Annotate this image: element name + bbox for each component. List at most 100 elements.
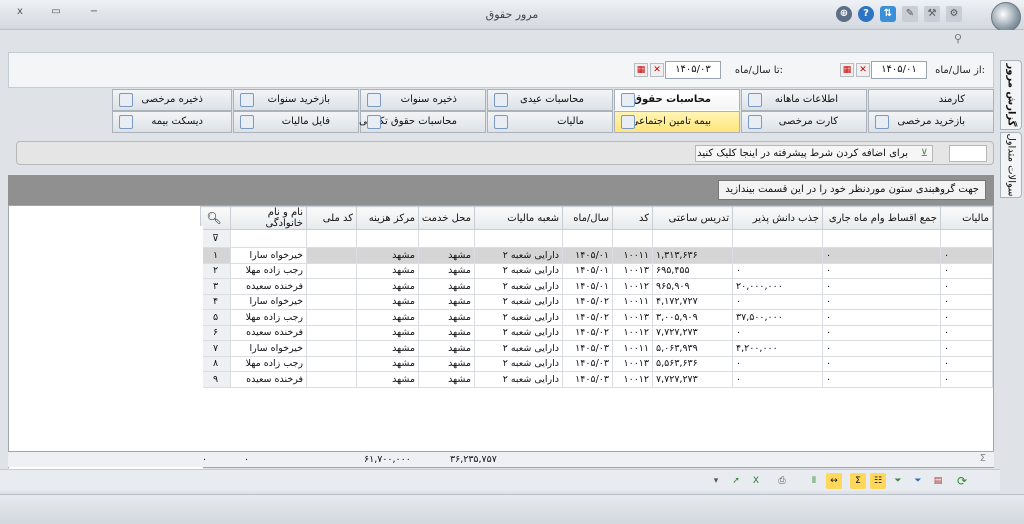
dropdown-icon[interactable]: ▾	[708, 473, 724, 489]
cell-code[interactable]: ۱۰۰۱۳	[612, 309, 653, 326]
filter-icon[interactable]: ⏷	[910, 473, 926, 489]
table-row[interactable]: ۲ رجب زاده مهلا مشهد مشهد دارایی شعبه ۲ ۱۴۰۵/…	[200, 262, 993, 279]
cell-tax[interactable]: ۰	[940, 371, 993, 388]
tab-eid-calc[interactable]: محاسبات عیدی	[487, 89, 613, 111]
column-header-tax[interactable]: مالیات	[940, 206, 993, 230]
cell-tax-branch[interactable]: دارایی شعبه ۲	[474, 278, 563, 295]
filter-cell[interactable]	[940, 229, 993, 248]
cell-loans[interactable]: ۰	[822, 278, 941, 295]
tab-tax-file[interactable]: فایل مالیات	[233, 111, 359, 133]
table-row[interactable]: ۵ رجب زاده مهلا مشهد مشهد دارایی شعبه ۲ ۱۴۰۵/…	[200, 309, 993, 326]
cell-tax-branch[interactable]: دارایی شعبه ۲	[474, 309, 563, 326]
cell-period[interactable]: ۱۴۰۵/۰۲	[562, 309, 613, 326]
column-header-location[interactable]: محل خدمت	[418, 206, 475, 230]
cell-attract[interactable]: ۲۰,۰۰۰,۰۰۰	[732, 278, 823, 295]
refresh-icon[interactable]: ⟳	[954, 473, 970, 489]
column-header-search[interactable]: 🔍︎	[200, 206, 231, 230]
cell-cost-center[interactable]: مشهد	[356, 371, 419, 388]
cell-attract[interactable]: ۰	[732, 371, 823, 388]
cell-loans[interactable]: ۰	[822, 247, 941, 264]
filter-cell[interactable]	[356, 229, 419, 248]
cell-tax[interactable]: ۰	[940, 324, 993, 341]
cell-teaching[interactable]: ۴,۱۷۲,۷۲۷	[652, 293, 733, 310]
cell-attract[interactable]: ۰	[732, 262, 823, 279]
cell-tax[interactable]: ۰	[940, 340, 993, 357]
column-header-name[interactable]: نام و نام خانوادگی	[230, 206, 307, 230]
cell-tax-branch[interactable]: دارایی شعبه ۲	[474, 324, 563, 341]
tab-supplementary-salary[interactable]: محاسبات حقوق تکمیلی	[359, 111, 486, 133]
columns-icon[interactable]: ☷	[870, 473, 886, 489]
clear-icon[interactable]: ✕	[650, 63, 664, 77]
tab-leave-reserve[interactable]: ذخیره مرخصی	[112, 89, 232, 111]
column-header-natcode[interactable]: کد ملی	[306, 206, 357, 230]
cell-tax[interactable]: ۰	[940, 355, 993, 372]
filter-cell[interactable]	[474, 229, 563, 248]
cell-name[interactable]: خیرخواه سارا	[230, 340, 307, 357]
edit-icon[interactable]: ✎	[902, 6, 918, 22]
cell-code[interactable]: ۱۰۰۱۲	[612, 324, 653, 341]
cell-natcode[interactable]	[306, 340, 357, 357]
cell-tax-branch[interactable]: دارایی شعبه ۲	[474, 262, 563, 279]
cell-teaching[interactable]: ۹۶۵,۹۰۹	[652, 278, 733, 295]
filter-cell[interactable]	[652, 229, 733, 248]
cell-teaching[interactable]: ۷,۷۲۷,۲۷۳	[652, 324, 733, 341]
cell-location[interactable]: مشهد	[418, 371, 475, 388]
filter-cell[interactable]	[612, 229, 653, 248]
cell-name[interactable]: فرخنده سعیده	[230, 278, 307, 295]
settings-icon[interactable]: ⚙	[946, 6, 962, 22]
cell-location[interactable]: مشهد	[418, 355, 475, 372]
tab-leave-buyback[interactable]: بازخرید مرخصی	[868, 111, 994, 133]
cell-cost-center[interactable]: مشهد	[356, 278, 419, 295]
cell-loans[interactable]: ۰	[822, 309, 941, 326]
group-by-panel[interactable]: جهت گروهبندی ستون موردنظر خود را در این …	[8, 175, 994, 205]
column-header-teaching[interactable]: تدریس ساعتی	[652, 206, 733, 230]
tab-severance-reserve[interactable]: ذخیره سنوات	[360, 89, 486, 111]
tab-tax[interactable]: مالیات	[487, 111, 613, 133]
cell-code[interactable]: ۱۰۰۱۲	[612, 371, 653, 388]
cell-loans[interactable]: ۰	[822, 324, 941, 341]
cell-name[interactable]: رجب زاده مهلا	[230, 309, 307, 326]
cell-natcode[interactable]	[306, 309, 357, 326]
cell-location[interactable]: مشهد	[418, 340, 475, 357]
calendar-icon[interactable]: ▦	[840, 63, 854, 77]
cell-teaching[interactable]: ۱,۳۱۳,۶۳۶	[652, 247, 733, 264]
cell-natcode[interactable]	[306, 355, 357, 372]
export-icon[interactable]: ➚	[728, 473, 744, 489]
cell-attract[interactable]: ۳۷,۵۰۰,۰۰۰	[732, 309, 823, 326]
cell-code[interactable]: ۱۰۰۱۳	[612, 355, 653, 372]
sum-toggle-icon[interactable]: Σ	[850, 473, 866, 489]
calendar-icon[interactable]: ▦	[634, 63, 648, 77]
filter-cell[interactable]	[230, 229, 307, 248]
column-header-tax-branch[interactable]: شعبه مالیات	[474, 206, 563, 230]
cell-name[interactable]: خیرخواه سارا	[230, 293, 307, 310]
cell-teaching[interactable]: ۳,۰۰۵,۹۰۹	[652, 309, 733, 326]
add-condition-button[interactable]: برای اضافه کردن شرط پیشرفته در اینجا کلی…	[695, 145, 933, 162]
cell-period[interactable]: ۱۴۰۵/۰۳	[562, 371, 613, 388]
cell-name[interactable]: رجب زاده مهلا	[230, 262, 307, 279]
table-row[interactable]: ۹ فرخنده سعیده مشهد مشهد دارایی شعبه ۲ ۱۴۰۵/۰…	[200, 371, 993, 388]
cell-tax-branch[interactable]: دارایی شعبه ۲	[474, 355, 563, 372]
cell-natcode[interactable]	[306, 293, 357, 310]
table-row[interactable]: ۱ خیرخواه سارا مشهد مشهد دارایی شعبه ۲ ۱۴۰۵/۰…	[200, 247, 993, 264]
cell-teaching[interactable]: ۶۹۵,۴۵۵	[652, 262, 733, 279]
cell-code[interactable]: ۱۰۰۱۱	[612, 293, 653, 310]
row-number[interactable]: ۹	[200, 371, 231, 388]
row-number[interactable]: ۴	[200, 293, 231, 310]
cell-cost-center[interactable]: مشهد	[356, 262, 419, 279]
cell-period[interactable]: ۱۴۰۵/۰۱	[562, 262, 613, 279]
from-date-input[interactable]: ۱۴۰۵/۰۱	[871, 61, 927, 79]
cell-natcode[interactable]	[306, 278, 357, 295]
row-number[interactable]: ۵	[200, 309, 231, 326]
cell-location[interactable]: مشهد	[418, 247, 475, 264]
filter-cell[interactable]	[418, 229, 475, 248]
cell-attract[interactable]: ۴,۲۰۰,۰۰۰	[732, 340, 823, 357]
cell-period[interactable]: ۱۴۰۵/۰۳	[562, 340, 613, 357]
tab-leave-card[interactable]: کارت مرخصی	[741, 111, 867, 133]
cell-natcode[interactable]	[306, 262, 357, 279]
cell-location[interactable]: مشهد	[418, 309, 475, 326]
cell-code[interactable]: ۱۰۰۱۱	[612, 340, 653, 357]
cell-attract[interactable]: ۰	[732, 324, 823, 341]
cell-location[interactable]: مشهد	[418, 278, 475, 295]
row-number[interactable]: ۲	[200, 262, 231, 279]
cell-location[interactable]: مشهد	[418, 324, 475, 341]
